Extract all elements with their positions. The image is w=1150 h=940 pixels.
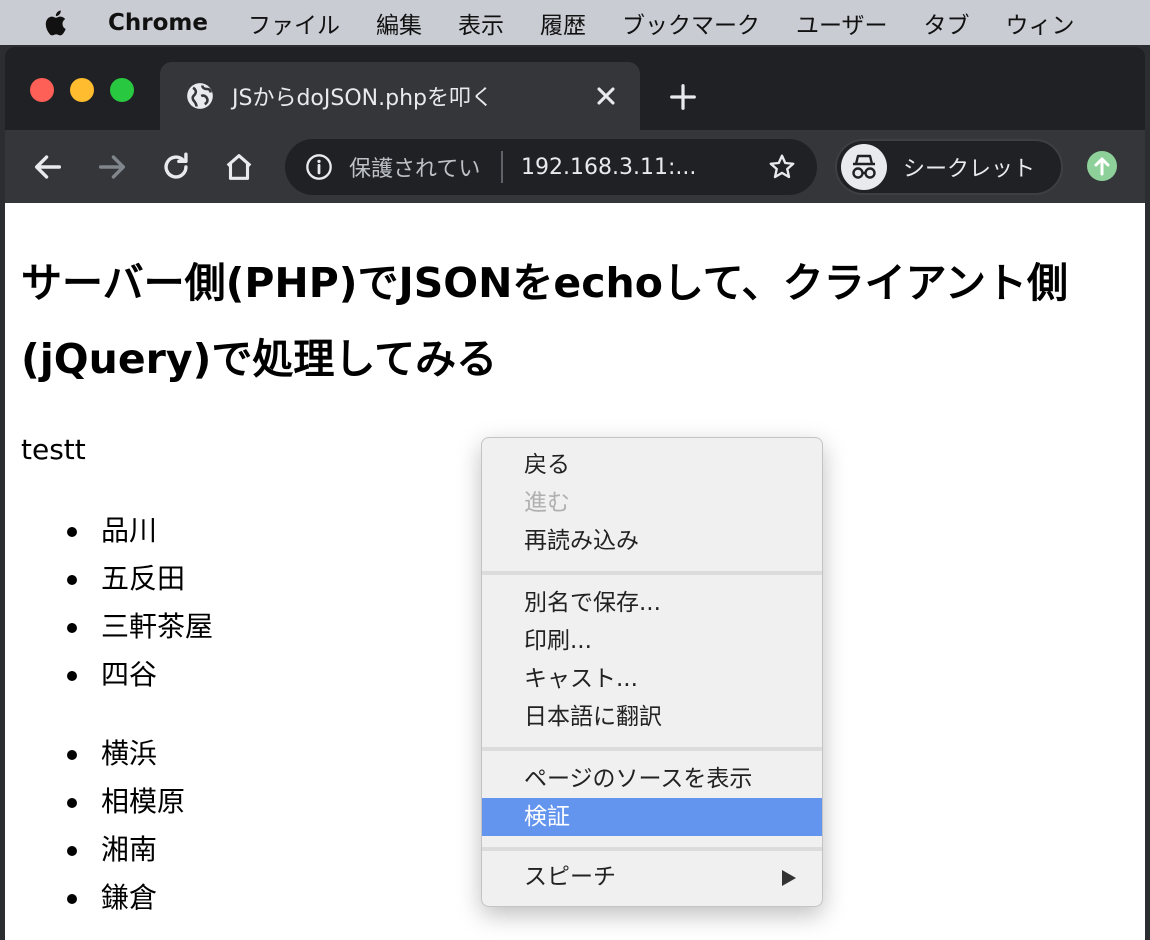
menu-edit[interactable]: 編集: [376, 6, 422, 40]
back-arrow-icon[interactable]: [31, 150, 65, 184]
menu-item-reload[interactable]: 再読み込み: [482, 522, 822, 560]
menu-item-inspect[interactable]: 検証: [482, 798, 822, 836]
submenu-arrow-icon: [782, 870, 796, 886]
menu-item-speech-label: スピーチ: [524, 864, 616, 890]
menu-item-save-as[interactable]: 別名で保存...: [482, 584, 822, 622]
menu-divider: [482, 847, 822, 851]
menu-app-name[interactable]: Chrome: [108, 10, 208, 36]
zoom-window-button[interactable]: [110, 78, 134, 102]
globe-icon: [187, 83, 213, 109]
tab-close-icon[interactable]: [592, 82, 620, 110]
menu-item-speech[interactable]: スピーチ: [482, 858, 822, 896]
menu-history[interactable]: 履歴: [540, 6, 586, 40]
list-item: 五反田: [67, 555, 213, 603]
url-text[interactable]: 192.168.3.11:...: [521, 155, 767, 180]
update-available-icon[interactable]: [1086, 150, 1118, 182]
new-tab-icon[interactable]: [668, 82, 698, 112]
menu-item-cast[interactable]: キャスト...: [482, 660, 822, 698]
list-item: 相模原: [67, 778, 185, 826]
menu-window[interactable]: ウィン: [1006, 6, 1075, 40]
menu-divider: [482, 747, 822, 751]
macos-menu-bar: Chrome ファイル 編集 表示 履歴 ブックマーク ユーザー タブ ウィン: [0, 0, 1150, 45]
menu-people[interactable]: ユーザー: [796, 6, 888, 40]
incognito-label: シークレット: [903, 157, 1036, 182]
bookmark-star-icon[interactable]: [767, 152, 797, 182]
menu-item-back[interactable]: 戻る: [482, 446, 822, 484]
apple-logo-icon[interactable]: [42, 8, 72, 38]
tab-title: JSからdoJSON.phpを叩く: [232, 86, 493, 111]
station-list-1: 品川 五反田 三軒茶屋 四谷: [67, 507, 213, 699]
security-status-text[interactable]: 保護されてい: [349, 151, 491, 183]
close-window-button[interactable]: [30, 78, 54, 102]
incognito-icon: [841, 144, 887, 190]
list-item: 湘南: [67, 826, 185, 874]
menu-item-translate[interactable]: 日本語に翻訳: [482, 698, 822, 736]
forward-arrow-icon[interactable]: [95, 150, 129, 184]
menu-divider: [482, 571, 822, 575]
address-bar[interactable]: 保護されてい 192.168.3.11:...: [285, 139, 817, 195]
context-menu: 戻る 進む 再読み込み 別名で保存... 印刷... キャスト... 日本語に翻…: [481, 437, 823, 907]
active-tab[interactable]: JSからdoJSON.phpを叩く: [160, 62, 640, 130]
menu-item-forward: 進む: [524, 490, 570, 516]
page-heading: サーバー側(PHP)でJSONをechoして、クライアント側(jQuery)で処…: [21, 259, 1068, 383]
list-item: 四谷: [67, 651, 213, 699]
list-item: 鎌倉: [67, 874, 185, 922]
reload-icon[interactable]: [159, 150, 193, 184]
menu-bookmarks[interactable]: ブックマーク: [622, 6, 760, 40]
list-item: 品川: [67, 507, 213, 555]
menu-item-view-source[interactable]: ページのソースを表示: [482, 760, 822, 798]
menu-file[interactable]: ファイル: [248, 6, 340, 40]
incognito-profile-button[interactable]: シークレット: [835, 139, 1063, 195]
station-list-2: 横浜 相模原 湘南 鎌倉: [67, 730, 185, 922]
minimize-window-button[interactable]: [70, 78, 94, 102]
info-icon[interactable]: [305, 153, 333, 181]
home-icon[interactable]: [222, 150, 256, 184]
list-item: 三軒茶屋: [67, 603, 213, 651]
menu-view[interactable]: 表示: [458, 6, 504, 40]
address-divider: [501, 151, 503, 183]
menu-item-print[interactable]: 印刷...: [482, 622, 822, 660]
browser-toolbar: 保護されてい 192.168.3.11:... シークレット: [5, 130, 1145, 203]
page-paragraph: testt: [21, 433, 86, 466]
menu-tab[interactable]: タブ: [924, 6, 970, 40]
list-item: 横浜: [67, 730, 185, 778]
